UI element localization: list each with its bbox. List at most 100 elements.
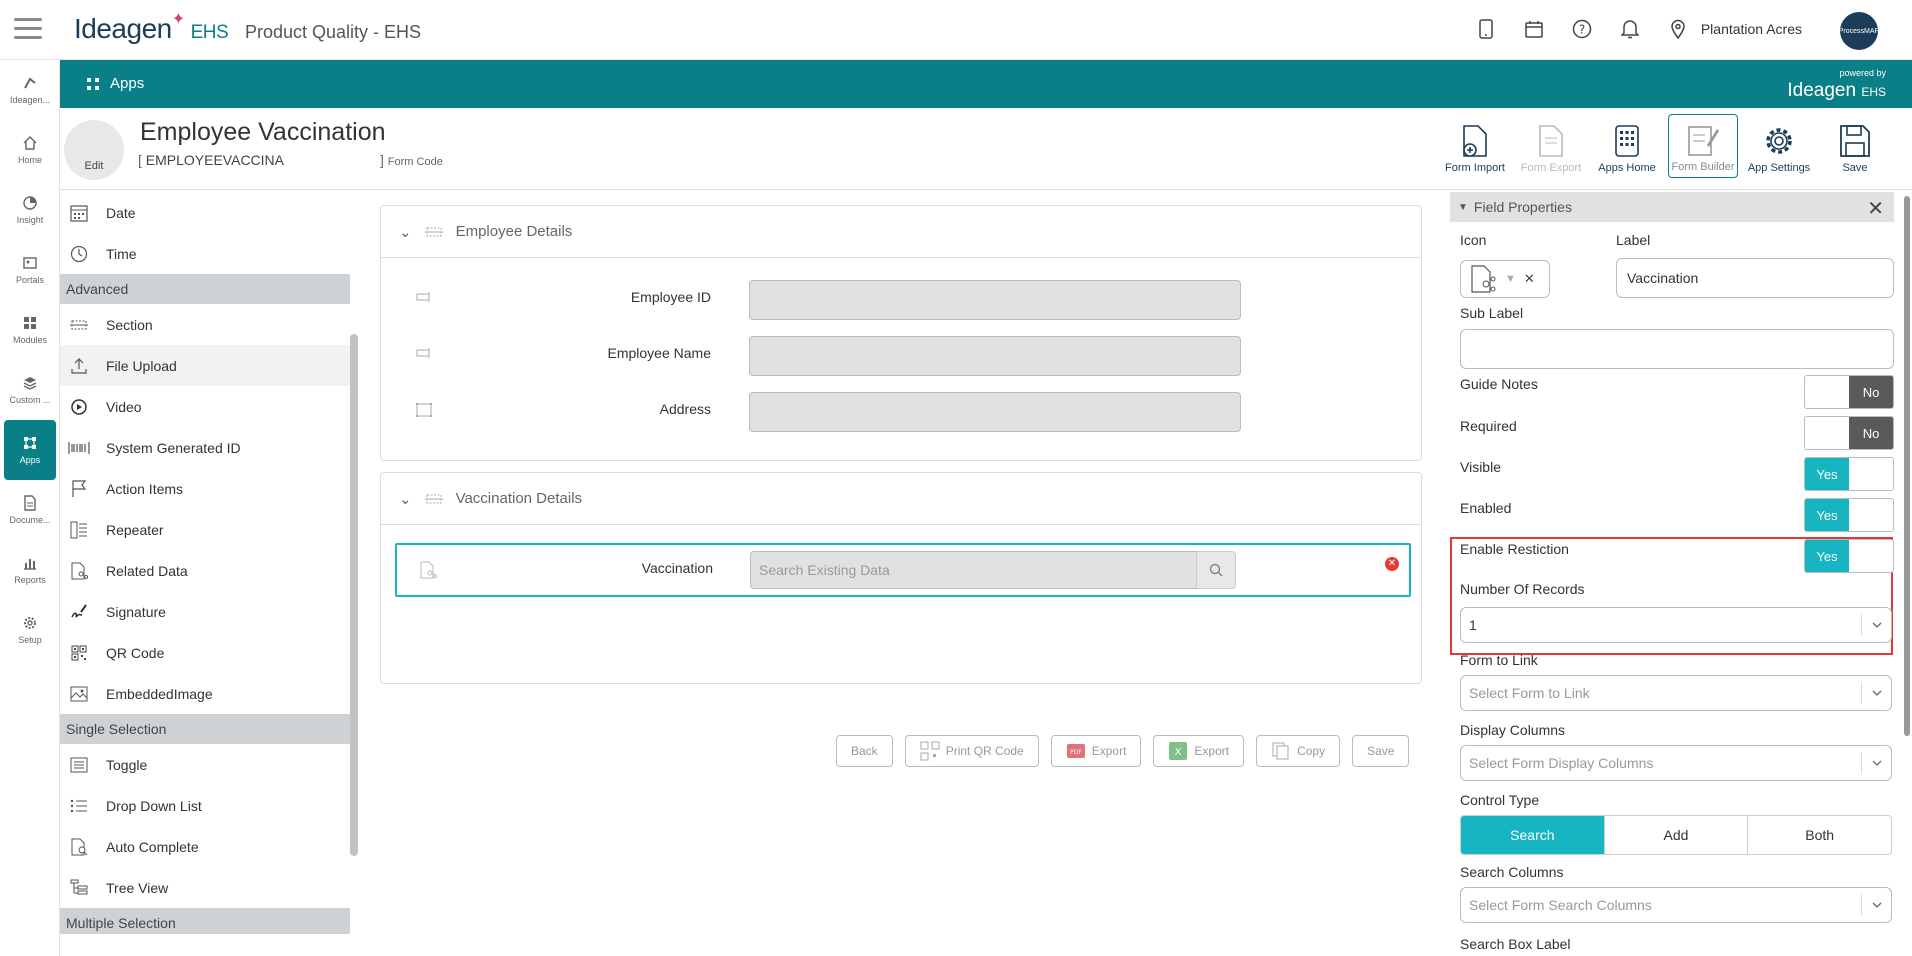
print-qr-code-button[interactable]: Print QR Code bbox=[904, 735, 1039, 767]
form-code-label: Form Code bbox=[387, 156, 443, 168]
caret-down-icon[interactable]: ▼ bbox=[1505, 273, 1516, 285]
palette-item-file-upload[interactable]: File Upload bbox=[60, 345, 350, 386]
export-excel-button[interactable]: X Export bbox=[1153, 735, 1245, 767]
ideagen-logo[interactable]: Ideagen✦EHS bbox=[74, 11, 229, 45]
bell-icon[interactable] bbox=[1619, 18, 1641, 40]
apps-home-button[interactable]: Apps Home bbox=[1592, 114, 1662, 178]
enabled-toggle[interactable]: Yes bbox=[1804, 498, 1894, 532]
back-button[interactable]: Back bbox=[836, 735, 893, 767]
icon-picker[interactable]: ▼ ✕ bbox=[1460, 260, 1550, 298]
palette-item-section[interactable]: Section bbox=[60, 304, 350, 345]
help-icon[interactable]: ? bbox=[1571, 18, 1593, 40]
nav-item-insight[interactable]: Insight bbox=[0, 180, 60, 240]
palette-item-drop-down-list[interactable]: Drop Down List bbox=[60, 785, 350, 826]
control-type-add[interactable]: Add bbox=[1605, 816, 1749, 854]
document-icon bbox=[24, 495, 36, 511]
save-form-button[interactable]: Save bbox=[1352, 735, 1410, 767]
app-settings-button[interactable]: App Settings bbox=[1744, 114, 1814, 178]
palette-item-video[interactable]: Video bbox=[60, 386, 350, 427]
location-name[interactable]: Plantation Acres bbox=[1701, 21, 1802, 37]
form-actions: Back Print QR Code PDF Export X Export C… bbox=[836, 735, 1410, 767]
icon-label: Icon bbox=[1460, 232, 1487, 248]
employee-name-input[interactable] bbox=[749, 336, 1241, 376]
number-of-records-select[interactable]: 1 bbox=[1460, 607, 1892, 643]
chevron-down-icon bbox=[1861, 614, 1891, 636]
address-input[interactable] bbox=[749, 392, 1241, 432]
palette-group-single-selection[interactable]: Single Selection bbox=[60, 714, 350, 744]
nav-item-modules[interactable]: Modules bbox=[0, 300, 60, 360]
search-columns-select[interactable]: Select Form Search Columns bbox=[1460, 887, 1892, 923]
field-label: Address bbox=[659, 401, 711, 417]
palette-item-related-data[interactable]: Related Data bbox=[60, 550, 350, 591]
required-toggle[interactable]: No bbox=[1804, 416, 1894, 450]
section-header[interactable]: ⌄ Employee Details bbox=[381, 206, 1421, 258]
field-properties-header[interactable]: ▼ Field Properties ✕ bbox=[1450, 192, 1894, 222]
palette-item-date[interactable]: Date bbox=[60, 192, 350, 233]
palette-item-tree-view[interactable]: Tree View bbox=[60, 867, 350, 908]
palette-scrollbar[interactable] bbox=[350, 334, 358, 856]
control-type-search[interactable]: Search bbox=[1461, 816, 1605, 854]
properties-scrollbar[interactable] bbox=[1904, 196, 1910, 736]
nav-label: Custom ... bbox=[9, 395, 51, 405]
sub-label-input[interactable] bbox=[1460, 329, 1894, 369]
palette-item-action-items[interactable]: Action Items bbox=[60, 468, 350, 509]
clear-icon[interactable]: ✕ bbox=[1524, 271, 1535, 287]
chevron-down-icon[interactable]: ⌄ bbox=[399, 223, 412, 241]
section-header[interactable]: ⌄ Vaccination Details bbox=[381, 473, 1421, 525]
apps-breadcrumb[interactable]: Apps bbox=[86, 75, 144, 92]
guide-notes-toggle[interactable]: No bbox=[1804, 375, 1894, 409]
label-input[interactable]: Vaccination bbox=[1616, 258, 1894, 298]
form-import-button[interactable]: Form Import bbox=[1440, 114, 1510, 178]
nav-item-ideagen[interactable]: Ideagen... bbox=[0, 60, 60, 120]
palette-group-multiple-selection[interactable]: Multiple Selection bbox=[60, 908, 350, 934]
palette-item-system-generated-id[interactable]: System Generated ID bbox=[60, 427, 350, 468]
palette-item-toggle[interactable]: Toggle bbox=[60, 744, 350, 785]
nav-item-setup[interactable]: Setup bbox=[0, 600, 60, 660]
employee-id-input[interactable] bbox=[749, 280, 1241, 320]
search-button[interactable] bbox=[1196, 551, 1236, 589]
close-icon[interactable]: ✕ bbox=[1867, 196, 1884, 221]
nav-item-apps[interactable]: Apps bbox=[4, 420, 56, 480]
enable-restriction-toggle[interactable]: Yes bbox=[1804, 539, 1894, 573]
section-employee-details[interactable]: ⌄ Employee Details Employee ID Employee … bbox=[380, 205, 1422, 461]
clock-icon bbox=[68, 245, 90, 263]
hamburger-menu-icon[interactable] bbox=[14, 18, 42, 42]
palette-item-auto-complete[interactable]: Auto Complete bbox=[60, 826, 350, 867]
palette-item-signature[interactable]: Signature bbox=[60, 591, 350, 632]
visible-toggle[interactable]: Yes bbox=[1804, 457, 1894, 491]
chevron-down-icon[interactable]: ⌄ bbox=[399, 490, 412, 508]
display-columns-select[interactable]: Select Form Display Columns bbox=[1460, 745, 1892, 781]
section-vaccination-details[interactable]: ⌄ Vaccination Details Vaccination Search… bbox=[380, 472, 1422, 684]
palette-item-repeater[interactable]: Repeater bbox=[60, 509, 350, 550]
nav-item-documents[interactable]: Docume... bbox=[0, 480, 60, 540]
control-type-both[interactable]: Both bbox=[1748, 816, 1891, 854]
mobile-icon[interactable] bbox=[1475, 18, 1497, 40]
user-avatar[interactable]: ProcessMAP bbox=[1839, 12, 1879, 50]
save-button[interactable]: Save bbox=[1820, 114, 1890, 178]
calendar-icon[interactable] bbox=[1523, 18, 1545, 40]
palette-item-time[interactable]: Time bbox=[60, 233, 350, 274]
search-box-label-label: Search Box Label bbox=[1460, 936, 1571, 952]
form-to-link-select[interactable]: Select Form to Link bbox=[1460, 675, 1892, 711]
nav-item-portals[interactable]: Portals bbox=[0, 240, 60, 300]
nav-item-reports[interactable]: Reports bbox=[0, 540, 60, 600]
field-row-address[interactable]: Address bbox=[381, 388, 1423, 434]
palette-item-qr-code[interactable]: QR Code bbox=[60, 632, 350, 673]
nav-item-home[interactable]: Home bbox=[0, 120, 60, 180]
palette-group-advanced[interactable]: Advanced bbox=[60, 274, 350, 304]
nav-label: Ideagen... bbox=[9, 95, 51, 105]
field-row-employee-id[interactable]: Employee ID bbox=[381, 276, 1423, 322]
location-pin-icon[interactable] bbox=[1667, 18, 1689, 40]
edit-form-button[interactable]: Edit bbox=[64, 120, 124, 180]
palette-item-embedded-image[interactable]: EmbeddedImage bbox=[60, 673, 350, 714]
remove-field-icon[interactable]: ✕ bbox=[1385, 557, 1399, 571]
form-builder-button[interactable]: Form Builder bbox=[1668, 114, 1738, 178]
form-export-button[interactable]: Form Export bbox=[1516, 114, 1586, 178]
export-pdf-button[interactable]: PDF Export bbox=[1050, 735, 1142, 767]
vaccination-search-input[interactable]: Search Existing Data bbox=[750, 551, 1197, 589]
copy-button[interactable]: Copy bbox=[1256, 735, 1341, 767]
nav-item-custom[interactable]: Custom ... bbox=[0, 360, 60, 420]
field-row-employee-name[interactable]: Employee Name bbox=[381, 332, 1423, 378]
field-row-vaccination-selected[interactable]: Vaccination Search Existing Data ✕ bbox=[395, 543, 1411, 597]
form-code-value[interactable]: EMPLOYEEVACCINA bbox=[146, 152, 284, 168]
